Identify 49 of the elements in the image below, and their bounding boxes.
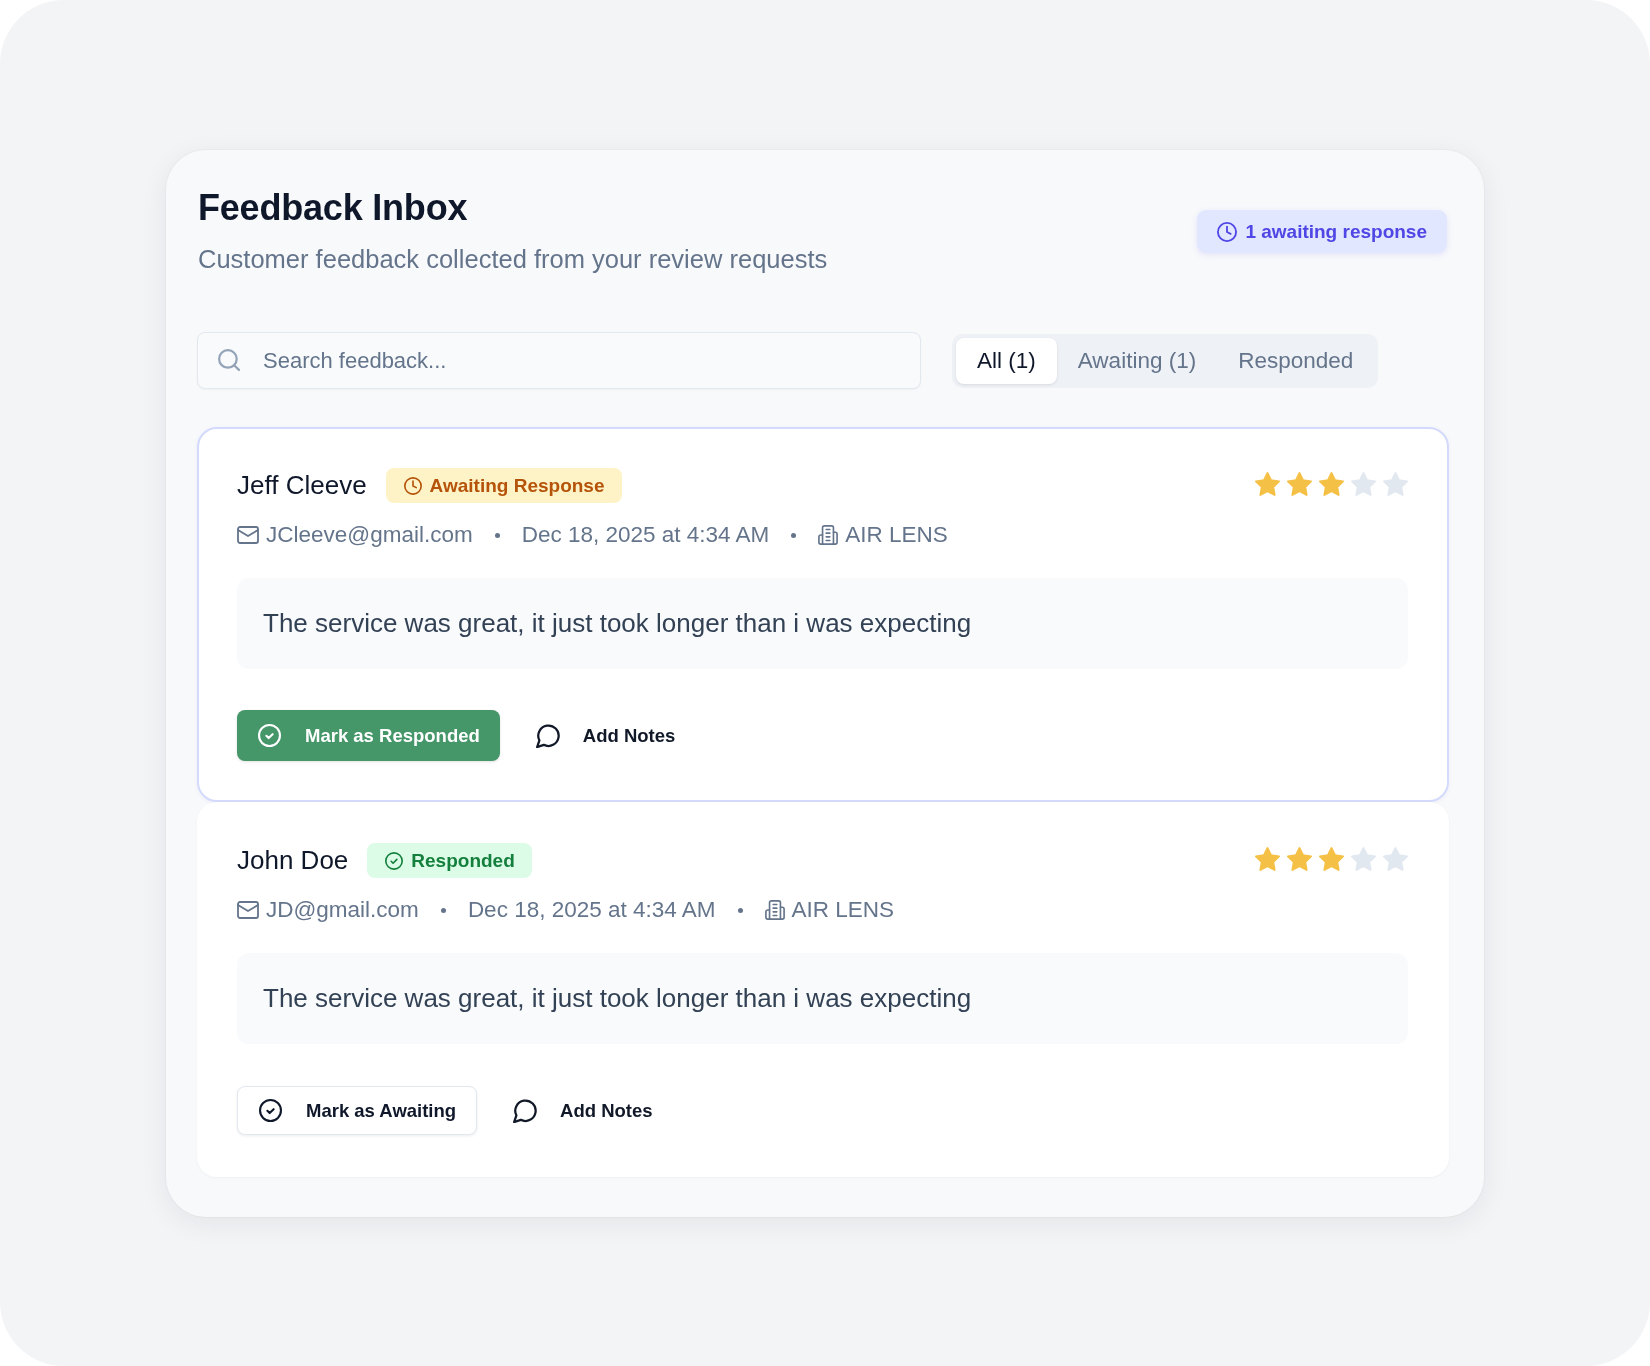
- building-icon: [764, 900, 785, 921]
- feedback-date: Dec 18, 2025 at 4:34 AM: [521, 521, 770, 550]
- clock-icon: [403, 476, 422, 495]
- status-toggle-button[interactable]: Mark as Awaiting: [237, 1086, 478, 1136]
- dot-separator-icon: [791, 532, 797, 538]
- search-field[interactable]: Search feedback...: [197, 332, 921, 390]
- dot-separator-icon: [737, 907, 743, 913]
- star-icon: [1351, 472, 1376, 497]
- customer-email: JD@gmail.com: [266, 896, 419, 925]
- mail-icon: [237, 901, 259, 920]
- status-text: Responded: [411, 849, 515, 872]
- add-notes-button[interactable]: Add Notes: [505, 1085, 661, 1137]
- customer-name: Jeff Cleeve: [237, 469, 367, 503]
- customer-email: JCleeve@gmail.com: [266, 521, 473, 550]
- star-icon: [1319, 472, 1344, 497]
- page-title: Feedback Inbox: [198, 186, 469, 230]
- star-icon: [1287, 847, 1312, 872]
- status-text: Awaiting Response: [429, 474, 605, 497]
- star-icon: [1351, 847, 1376, 872]
- star-icon: [1255, 472, 1280, 497]
- check-circle-icon: [385, 851, 404, 870]
- filter-tab[interactable]: Awaiting (1): [1056, 337, 1218, 384]
- check-circle-icon: [259, 1099, 282, 1123]
- search-icon: [218, 349, 240, 372]
- dot-separator-icon: [440, 907, 446, 913]
- customer-name: John Doe: [237, 844, 349, 878]
- awaiting-count-text: 1 awaiting response: [1245, 220, 1427, 243]
- star-icon: [1319, 847, 1344, 872]
- star-icon: [1287, 472, 1312, 497]
- filter-tab[interactable]: Responded: [1217, 337, 1375, 384]
- mail-icon: [237, 526, 259, 545]
- feedback-message: The service was great, it just took longer than i was expecting: [237, 578, 1408, 670]
- clock-icon: [1217, 221, 1238, 242]
- business-name: AIR LENS: [845, 521, 948, 550]
- chat-bubble-icon: [535, 723, 560, 748]
- feedback-message: The service was great, it just took longer than i was expecting: [237, 953, 1408, 1045]
- building-icon: [818, 525, 839, 546]
- check-circle-icon: [258, 724, 281, 748]
- status-toggle-button[interactable]: Mark as Responded: [237, 710, 500, 762]
- chat-bubble-icon: [513, 1098, 538, 1123]
- business-name: AIR LENS: [791, 896, 895, 925]
- star-icon: [1255, 847, 1280, 872]
- add-notes-button[interactable]: Add Notes: [527, 710, 684, 762]
- filter-tab[interactable]: All (1): [956, 337, 1057, 384]
- star-icon: [1383, 847, 1408, 872]
- feedback-date: Dec 18, 2025 at 4:34 AM: [467, 896, 716, 925]
- page-subtitle: Customer feedback collected from your review requests: [198, 244, 828, 276]
- star-icon: [1383, 472, 1408, 497]
- dot-separator-icon: [494, 532, 500, 538]
